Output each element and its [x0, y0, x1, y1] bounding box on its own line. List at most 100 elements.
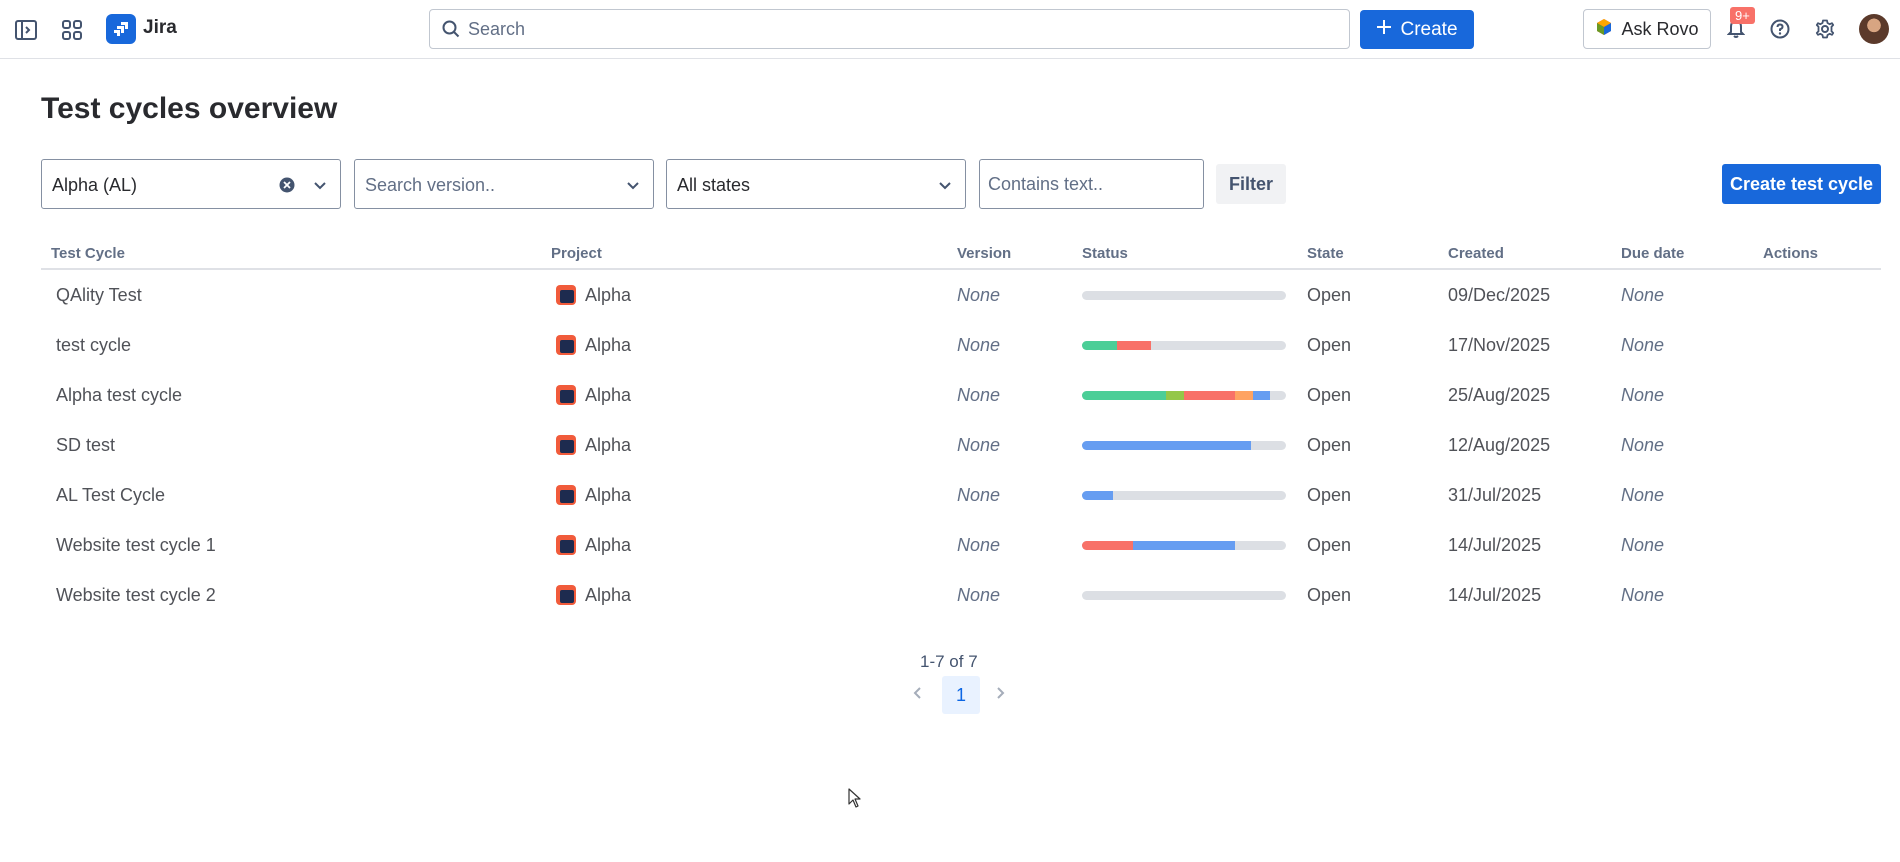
due-date-value: None	[1621, 435, 1665, 455]
ask-rovo-button[interactable]: Ask Rovo	[1583, 9, 1711, 49]
status-progress-bar	[1082, 391, 1286, 400]
created-date: 31/Jul/2025	[1448, 485, 1542, 505]
state-select-value: All states	[677, 175, 751, 195]
version-value: None	[957, 485, 1001, 505]
chevron-left-icon[interactable]	[912, 684, 924, 705]
global-search[interactable]	[429, 9, 1350, 49]
state-select[interactable]: All states	[666, 159, 966, 209]
test-cycle-name[interactable]: SD test	[56, 435, 115, 456]
version-select[interactable]: Search version..	[354, 159, 654, 209]
jira-logo-icon[interactable]	[106, 14, 136, 44]
plus-icon	[1376, 19, 1392, 41]
status-progress-bar	[1082, 541, 1286, 550]
status-segment-in-progress	[1133, 541, 1235, 550]
column-header-actions: Actions	[1763, 245, 1819, 262]
created-date: 17/Nov/2025	[1448, 335, 1551, 355]
gear-icon[interactable]	[1813, 17, 1837, 41]
project-name[interactable]: Alpha	[585, 385, 631, 406]
create-button[interactable]: Create	[1360, 10, 1474, 49]
mouse-cursor-icon	[848, 788, 862, 813]
column-header-state[interactable]: State	[1307, 245, 1344, 262]
state-value: Open	[1307, 535, 1352, 555]
app-name[interactable]: Jira	[143, 17, 177, 39]
project-name[interactable]: Alpha	[585, 485, 631, 506]
status-segment-passed	[1082, 391, 1166, 400]
project-name[interactable]: Alpha	[585, 585, 631, 606]
status-segment-failed	[1116, 341, 1152, 350]
ask-rovo-label: Ask Rovo	[1621, 18, 1699, 39]
table-row[interactable]: QAlity Test Alpha None Open 09/Dec/2025 None	[41, 271, 1881, 321]
created-date: 14/Jul/2025	[1448, 585, 1542, 605]
top-navigation-bar: Jira Create Ask Rovo 9+	[0, 0, 1900, 59]
project-select[interactable]: Alpha (AL)	[41, 159, 341, 209]
contains-text-field[interactable]	[979, 159, 1204, 209]
filter-button[interactable]: Filter	[1216, 164, 1286, 204]
status-progress-bar	[1082, 341, 1286, 350]
table-row[interactable]: SD test Alpha None Open 12/Aug/2025 None	[41, 421, 1881, 471]
test-cycle-name[interactable]: Website test cycle 1	[56, 535, 216, 556]
chevron-down-icon[interactable]	[312, 177, 328, 198]
status-segment-passed-dim	[1165, 391, 1184, 400]
create-button-label: Create	[1400, 18, 1458, 40]
project-select-value: Alpha (AL)	[52, 175, 138, 195]
test-cycle-name[interactable]: Website test cycle 2	[56, 585, 216, 606]
state-value: Open	[1307, 485, 1352, 505]
contains-text-input[interactable]	[980, 160, 1203, 208]
app-switcher-icon[interactable]	[60, 18, 84, 42]
column-header-status[interactable]: Status	[1082, 245, 1128, 262]
project-icon	[556, 585, 576, 605]
table-row[interactable]: Website test cycle 1 Alpha None Open 14/Jul/…	[41, 521, 1881, 571]
created-date: 09/Dec/2025	[1448, 285, 1551, 305]
test-cycle-name[interactable]: AL Test Cycle	[56, 485, 165, 506]
chevron-down-icon[interactable]	[625, 177, 641, 198]
page-button-current[interactable]: 1	[942, 676, 980, 714]
due-date-value: None	[1621, 585, 1665, 605]
test-cycle-name[interactable]: Alpha test cycle	[56, 385, 182, 406]
version-value: None	[957, 435, 1001, 455]
state-value: Open	[1307, 435, 1352, 455]
test-cycle-name[interactable]: test cycle	[56, 335, 131, 356]
version-value: None	[957, 385, 1001, 405]
version-value: None	[957, 585, 1001, 605]
status-segment-failed	[1082, 541, 1133, 550]
project-name[interactable]: Alpha	[585, 285, 631, 306]
table-row[interactable]: Alpha test cycle Alpha None Open 25/Aug/2025…	[41, 371, 1881, 421]
status-progress-bar	[1082, 291, 1286, 300]
create-test-cycle-button[interactable]: Create test cycle	[1722, 164, 1881, 204]
page-title: Test cycles overview	[41, 92, 338, 125]
notification-badge: 9+	[1730, 7, 1755, 24]
clear-icon[interactable]	[279, 177, 295, 198]
chevron-right-icon[interactable]	[994, 684, 1006, 705]
status-segment-in-progress	[1253, 391, 1270, 400]
project-icon	[556, 285, 576, 305]
project-name[interactable]: Alpha	[585, 435, 631, 456]
status-progress-bar	[1082, 491, 1286, 500]
project-icon	[556, 435, 576, 455]
table-row[interactable]: AL Test Cycle Alpha None Open 31/Jul/2025 Non…	[41, 471, 1881, 521]
search-input[interactable]	[468, 10, 1338, 48]
project-name[interactable]: Alpha	[585, 335, 631, 356]
version-value: None	[957, 335, 1001, 355]
due-date-value: None	[1621, 285, 1665, 305]
column-header-project[interactable]: Project	[551, 245, 602, 262]
help-icon[interactable]	[1768, 17, 1792, 41]
status-segment-passed	[1082, 341, 1117, 350]
sidebar-toggle-icon[interactable]	[14, 18, 38, 42]
column-header-test-cycle[interactable]: Test Cycle	[51, 245, 125, 262]
column-header-due-date[interactable]: Due date	[1621, 245, 1684, 262]
pagination-summary: 1-7 of 7	[920, 652, 978, 671]
column-header-created[interactable]: Created	[1448, 245, 1504, 262]
due-date-value: None	[1621, 485, 1665, 505]
column-header-version[interactable]: Version	[957, 245, 1011, 262]
created-date: 12/Aug/2025	[1448, 435, 1551, 455]
user-avatar[interactable]	[1859, 14, 1889, 44]
table-row[interactable]: Website test cycle 2 Alpha None Open 14/Jul/…	[41, 571, 1881, 621]
table-row[interactable]: test cycle Alpha None Open 17/Nov/2025 None	[41, 321, 1881, 371]
status-progress-bar	[1082, 591, 1286, 600]
project-name[interactable]: Alpha	[585, 535, 631, 556]
chevron-down-icon[interactable]	[937, 177, 953, 198]
created-date: 25/Aug/2025	[1448, 385, 1551, 405]
version-value: None	[957, 285, 1001, 305]
test-cycle-name[interactable]: QAlity Test	[56, 285, 142, 306]
table-header: Test Cycle Project Version Status State …	[41, 242, 1881, 270]
